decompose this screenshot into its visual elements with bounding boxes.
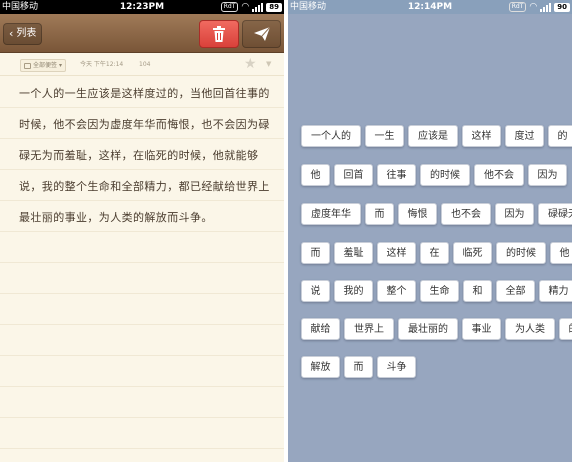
word-tile[interactable]: 说 <box>301 280 330 302</box>
trash-icon <box>213 26 225 42</box>
note-meta: 全部便签 ▾ 今天 下午12:14 104 ★ ▼ <box>0 53 284 76</box>
word-tile[interactable]: 因为 <box>528 164 567 186</box>
word-tile[interactable]: 他 <box>550 242 572 264</box>
word-tile[interactable]: 这样 <box>377 242 416 264</box>
word-tile[interactable]: 一个人的 <box>301 125 361 147</box>
word-tile[interactable]: 的时候 <box>496 242 546 264</box>
word-tile[interactable]: 解放 <box>301 356 340 378</box>
word-tile[interactable]: 献给 <box>301 318 340 340</box>
status-indicators: RdT ◠ 89 <box>220 1 282 13</box>
rule-line <box>0 417 284 418</box>
back-button-label: 列表 <box>16 28 37 39</box>
word-tile[interactable]: 而 <box>344 356 373 378</box>
word-tile[interactable]: 悔恨 <box>398 203 437 225</box>
word-split-screen: 中国移动 12:14PM RdT ◠ 90 一个人的一生应该是这样度过的当他回首… <box>288 0 572 462</box>
word-tile[interactable]: 度过 <box>505 125 544 147</box>
star-icon[interactable]: ★ <box>244 56 257 72</box>
note-toolbar: ‹ 列表 <box>0 14 284 53</box>
word-tile[interactable]: 整个 <box>377 280 416 302</box>
note-text-line: 说，我的整个生命和全部精力，都已经献给世界上 <box>19 180 270 193</box>
note-text-line: 一个人的一生应该是这样度过的，当他回首往事的 <box>19 87 270 100</box>
battery-icon: 89 <box>266 2 282 12</box>
send-button[interactable] <box>242 20 281 48</box>
rule-line <box>0 169 284 170</box>
rule-line <box>0 200 284 201</box>
status-bar: 中国移动 12:23PM RdT ◠ 89 <box>0 0 284 14</box>
category-selector[interactable]: 全部便签 ▾ <box>20 59 67 72</box>
category-label: 全部便签 <box>33 62 58 69</box>
word-tile[interactable]: 斗争 <box>377 356 416 378</box>
note-text-line: 最壮丽的事业，为人类的解放而斗争。 <box>19 211 213 224</box>
word-tile[interactable]: 而 <box>365 203 394 225</box>
word-tile[interactable]: 全部 <box>496 280 535 302</box>
word-tile-area: 一个人的一生应该是这样度过的当他回首往事的时候他不会因为虚度年华而悔恨也不会因为… <box>288 0 572 462</box>
back-to-list-button[interactable]: ‹ 列表 <box>3 23 43 45</box>
word-tile[interactable]: 事业 <box>462 318 501 340</box>
word-tile[interactable]: 的 <box>548 125 572 147</box>
rule-line <box>0 293 284 294</box>
note-text-line: 时候，他不会因为虚度年华而悔恨，也不会因为碌 <box>19 118 270 131</box>
rule-line <box>0 448 284 449</box>
word-tile[interactable]: 和 <box>463 280 492 302</box>
rule-line <box>0 138 284 139</box>
rule-line <box>0 324 284 325</box>
status-pill: RdT <box>220 2 239 12</box>
word-tile[interactable]: 最壮丽的 <box>398 318 458 340</box>
chevron-left-icon: ‹ <box>9 27 14 40</box>
word-tile[interactable]: 羞耻 <box>334 242 373 264</box>
word-tile[interactable]: 他不会 <box>474 164 524 186</box>
paper-plane-icon <box>253 27 270 41</box>
word-tile[interactable]: 因为 <box>495 203 534 225</box>
word-tile[interactable]: 世界上 <box>344 318 394 340</box>
folder-icon <box>24 62 31 69</box>
rule-line <box>0 231 284 232</box>
word-tile[interactable]: 在 <box>420 242 449 264</box>
word-tile[interactable]: 的 <box>559 318 572 340</box>
rule-line <box>0 386 284 387</box>
word-tile[interactable]: 我的 <box>334 280 373 302</box>
wifi-icon: ◠ <box>241 2 250 12</box>
note-screen: 中国移动 12:23PM RdT ◠ 89 ‹ 列表 全部便签 ▾ 今天 下午1… <box>0 0 284 462</box>
delete-button[interactable] <box>199 20 239 48</box>
word-tile[interactable]: 回首 <box>334 164 373 186</box>
word-tile[interactable]: 的时候 <box>420 164 470 186</box>
word-tile[interactable]: 碌碌无为 <box>538 203 572 225</box>
word-tile[interactable]: 应该是 <box>408 125 458 147</box>
rule-line <box>0 107 284 108</box>
signal-icon <box>252 2 264 12</box>
rule-line <box>0 262 284 263</box>
word-tile[interactable]: 为人类 <box>505 318 555 340</box>
word-tile[interactable]: 往事 <box>377 164 416 186</box>
note-text-line: 碌无为而羞耻，这样，在临死的时候，他就能够 <box>19 149 259 162</box>
word-tile[interactable]: 这样 <box>462 125 501 147</box>
word-tile[interactable]: 一生 <box>365 125 404 147</box>
caret-down-icon[interactable]: ▼ <box>266 59 271 69</box>
word-tile[interactable]: 临死 <box>453 242 492 264</box>
rule-line <box>0 355 284 356</box>
word-tile[interactable]: 生命 <box>420 280 459 302</box>
note-char-count: 104 <box>139 61 151 68</box>
word-tile[interactable]: 他 <box>301 164 330 186</box>
word-tile[interactable]: 而 <box>301 242 330 264</box>
note-date: 今天 下午12:14 <box>80 61 124 68</box>
dropdown-icon: ▾ <box>59 62 63 69</box>
word-tile[interactable]: 虚度年华 <box>301 203 361 225</box>
word-tile[interactable]: 也不会 <box>441 203 491 225</box>
word-tile[interactable]: 精力 <box>539 280 572 302</box>
